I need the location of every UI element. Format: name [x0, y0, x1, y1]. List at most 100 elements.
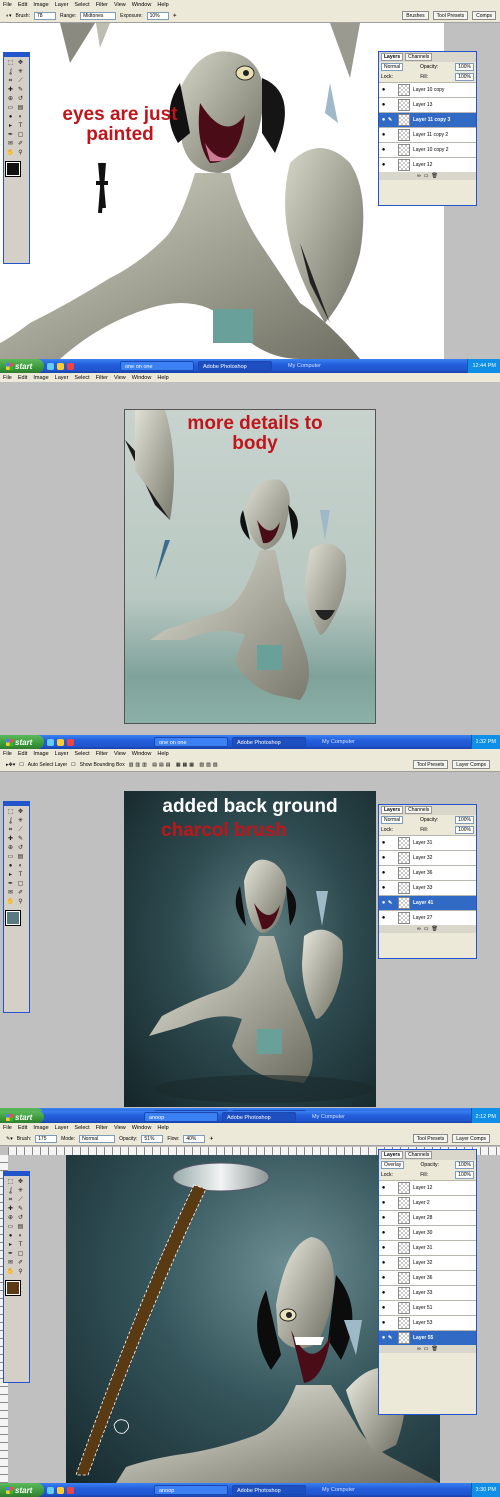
visibility-eye-icon[interactable]: ● [379, 915, 388, 921]
hand-icon[interactable]: ✋ [6, 898, 15, 906]
visibility-eye-icon[interactable]: ● [379, 1290, 388, 1296]
taskbar-item-photoshop[interactable]: Adobe Photoshop [222, 1112, 296, 1122]
airbrush-icon[interactable]: ✈ [173, 13, 177, 19]
foreground-color-swatch[interactable] [5, 1280, 21, 1296]
visibility-eye-icon[interactable]: ● [379, 1215, 388, 1221]
foreground-color-swatch[interactable] [5, 161, 21, 177]
menu-layer[interactable]: Layer [55, 751, 69, 757]
tab-comps[interactable]: Comps [472, 11, 496, 20]
bounding-box-checkbox[interactable]: ☐ [71, 762, 75, 768]
menu-select[interactable]: Select [74, 375, 89, 381]
menu-image[interactable]: Image [33, 1125, 48, 1131]
dodge-icon[interactable]: ◐ [16, 113, 25, 121]
mode-select[interactable]: Normal [79, 1134, 116, 1143]
tab-layers[interactable]: Layers [381, 53, 404, 61]
tab-channels[interactable]: Channels [405, 806, 433, 814]
hand-icon[interactable]: ✋ [6, 1268, 15, 1276]
new-layer-icon[interactable]: ▭ [424, 1346, 429, 1352]
move-tool-icon[interactable]: ▸✥▾ [6, 762, 15, 768]
blend-mode-select[interactable]: Normal [381, 63, 404, 71]
brush-size-picker[interactable]: 78 [33, 11, 56, 20]
brush-size-picker[interactable]: 175 [35, 1134, 58, 1143]
layer-row[interactable]: ● Layer 12 [379, 157, 476, 172]
stamp-icon[interactable]: ⊕ [6, 95, 15, 103]
taskbar-item-folder[interactable]: one on one [120, 361, 194, 371]
canvas-artwork-3[interactable]: added back ground charcol brush [124, 791, 376, 1107]
visibility-eye-icon[interactable]: ● [379, 1305, 388, 1311]
auto-select-checkbox[interactable]: ☐ [19, 762, 23, 768]
layer-row[interactable]: ● Layer 30 [379, 1225, 476, 1240]
eraser-icon[interactable]: ▭ [6, 104, 15, 112]
eyedropper-icon[interactable]: ✐ [16, 1259, 25, 1267]
crop-icon[interactable]: ⌗ [6, 1196, 15, 1204]
layer-row[interactable]: ● ✎ Layer 11 copy 3 [379, 112, 476, 127]
opacity-field[interactable]: 100% [455, 63, 474, 71]
layer-row[interactable]: ● Layer 12 [379, 1180, 476, 1195]
eyedropper-icon[interactable]: ✐ [16, 140, 25, 148]
layer-row[interactable]: ● Layer 28 [379, 1210, 476, 1225]
type-icon[interactable]: T [16, 871, 25, 879]
menu-select[interactable]: Select [74, 2, 89, 8]
stamp-icon[interactable]: ⊕ [6, 844, 15, 852]
align-icons[interactable]: ▥▥▥ ▤▤▤ ▦▦▦ ▧▧▧ [129, 762, 220, 768]
menu-file[interactable]: File [3, 751, 12, 757]
blur-icon[interactable]: ● [6, 1232, 15, 1240]
layer-row[interactable]: ● Layer 13 [379, 97, 476, 112]
visibility-eye-icon[interactable]: ● [379, 870, 388, 876]
menu-layer[interactable]: Layer [55, 375, 69, 381]
quicklaunch-ie-icon[interactable] [47, 738, 54, 746]
stamp-icon[interactable]: ⊕ [6, 1214, 15, 1222]
layer-row[interactable]: ● Layer 33 [379, 1285, 476, 1300]
link-icon[interactable]: ∞ [417, 926, 421, 932]
menu-filter[interactable]: Filter [96, 375, 108, 381]
magic-wand-icon[interactable]: ✳ [16, 68, 25, 76]
layer-row[interactable]: ● ✎ Layer 55 [379, 1330, 476, 1345]
lasso-icon[interactable]: ʆ [6, 1187, 15, 1195]
menu-image[interactable]: Image [33, 751, 48, 757]
airbrush-icon[interactable]: ✈ [209, 1136, 213, 1142]
flow-field[interactable]: 40% [183, 1134, 206, 1143]
visibility-eye-icon[interactable]: ● [379, 1245, 388, 1251]
zoom-icon[interactable]: ⚲ [16, 1268, 25, 1276]
menu-help[interactable]: Help [157, 1125, 168, 1131]
brush-icon[interactable]: ✎ [16, 86, 25, 94]
tab-layers[interactable]: Layers [381, 806, 404, 814]
eraser-icon[interactable]: ▭ [6, 853, 15, 861]
menu-view[interactable]: View [114, 751, 126, 757]
start-button[interactable]: start [0, 359, 44, 373]
eraser-icon[interactable]: ▭ [6, 1223, 15, 1231]
menu-select[interactable]: Select [74, 751, 89, 757]
brush-tool-icon[interactable]: ✎▾ [6, 1136, 13, 1142]
menu-view[interactable]: View [114, 375, 126, 381]
slice-icon[interactable]: ⟋ [16, 1196, 25, 1204]
pen-icon[interactable]: ✒ [6, 880, 15, 888]
layer-row[interactable]: ● Layer 31 [379, 835, 476, 850]
visibility-eye-icon[interactable]: ● [379, 102, 388, 108]
taskbar-item-photoshop[interactable]: Adobe Photoshop [232, 1485, 306, 1495]
blur-icon[interactable]: ● [6, 113, 15, 121]
quicklaunch-media-icon[interactable] [67, 738, 74, 746]
layer-row[interactable]: ● ✎ Layer 41 [379, 895, 476, 910]
taskbar-item-photoshop[interactable]: Adobe Photoshop [232, 737, 306, 747]
zoom-icon[interactable]: ⚲ [16, 149, 25, 157]
fill-field[interactable]: 100% [455, 1171, 474, 1179]
path-select-icon[interactable]: ▸ [6, 871, 15, 879]
brush-icon[interactable]: ✎ [16, 1205, 25, 1213]
brush-link-icon[interactable]: ✎ [388, 117, 395, 123]
tab-tool-presets[interactable]: Tool Presets [412, 1134, 449, 1143]
visibility-eye-icon[interactable]: ● [379, 1320, 388, 1326]
path-select-icon[interactable]: ▸ [6, 1241, 15, 1249]
tab-channels[interactable]: Channels [405, 53, 433, 61]
menu-edit[interactable]: Edit [18, 1125, 27, 1131]
link-icon[interactable]: ∞ [417, 1346, 421, 1352]
opacity-field[interactable]: 100% [455, 1161, 474, 1169]
healing-icon[interactable]: ✚ [6, 1205, 15, 1213]
layer-row[interactable]: ● Layer 53 [379, 1315, 476, 1330]
menu-filter[interactable]: Filter [96, 1125, 108, 1131]
dodge-icon[interactable]: ◐ [16, 862, 25, 870]
move-icon[interactable]: ✥ [16, 59, 25, 67]
slice-icon[interactable]: ⟋ [16, 77, 25, 85]
layer-row[interactable]: ● Layer 33 [379, 880, 476, 895]
fill-field[interactable]: 100% [455, 73, 474, 81]
visibility-eye-icon[interactable]: ● [379, 1335, 388, 1341]
